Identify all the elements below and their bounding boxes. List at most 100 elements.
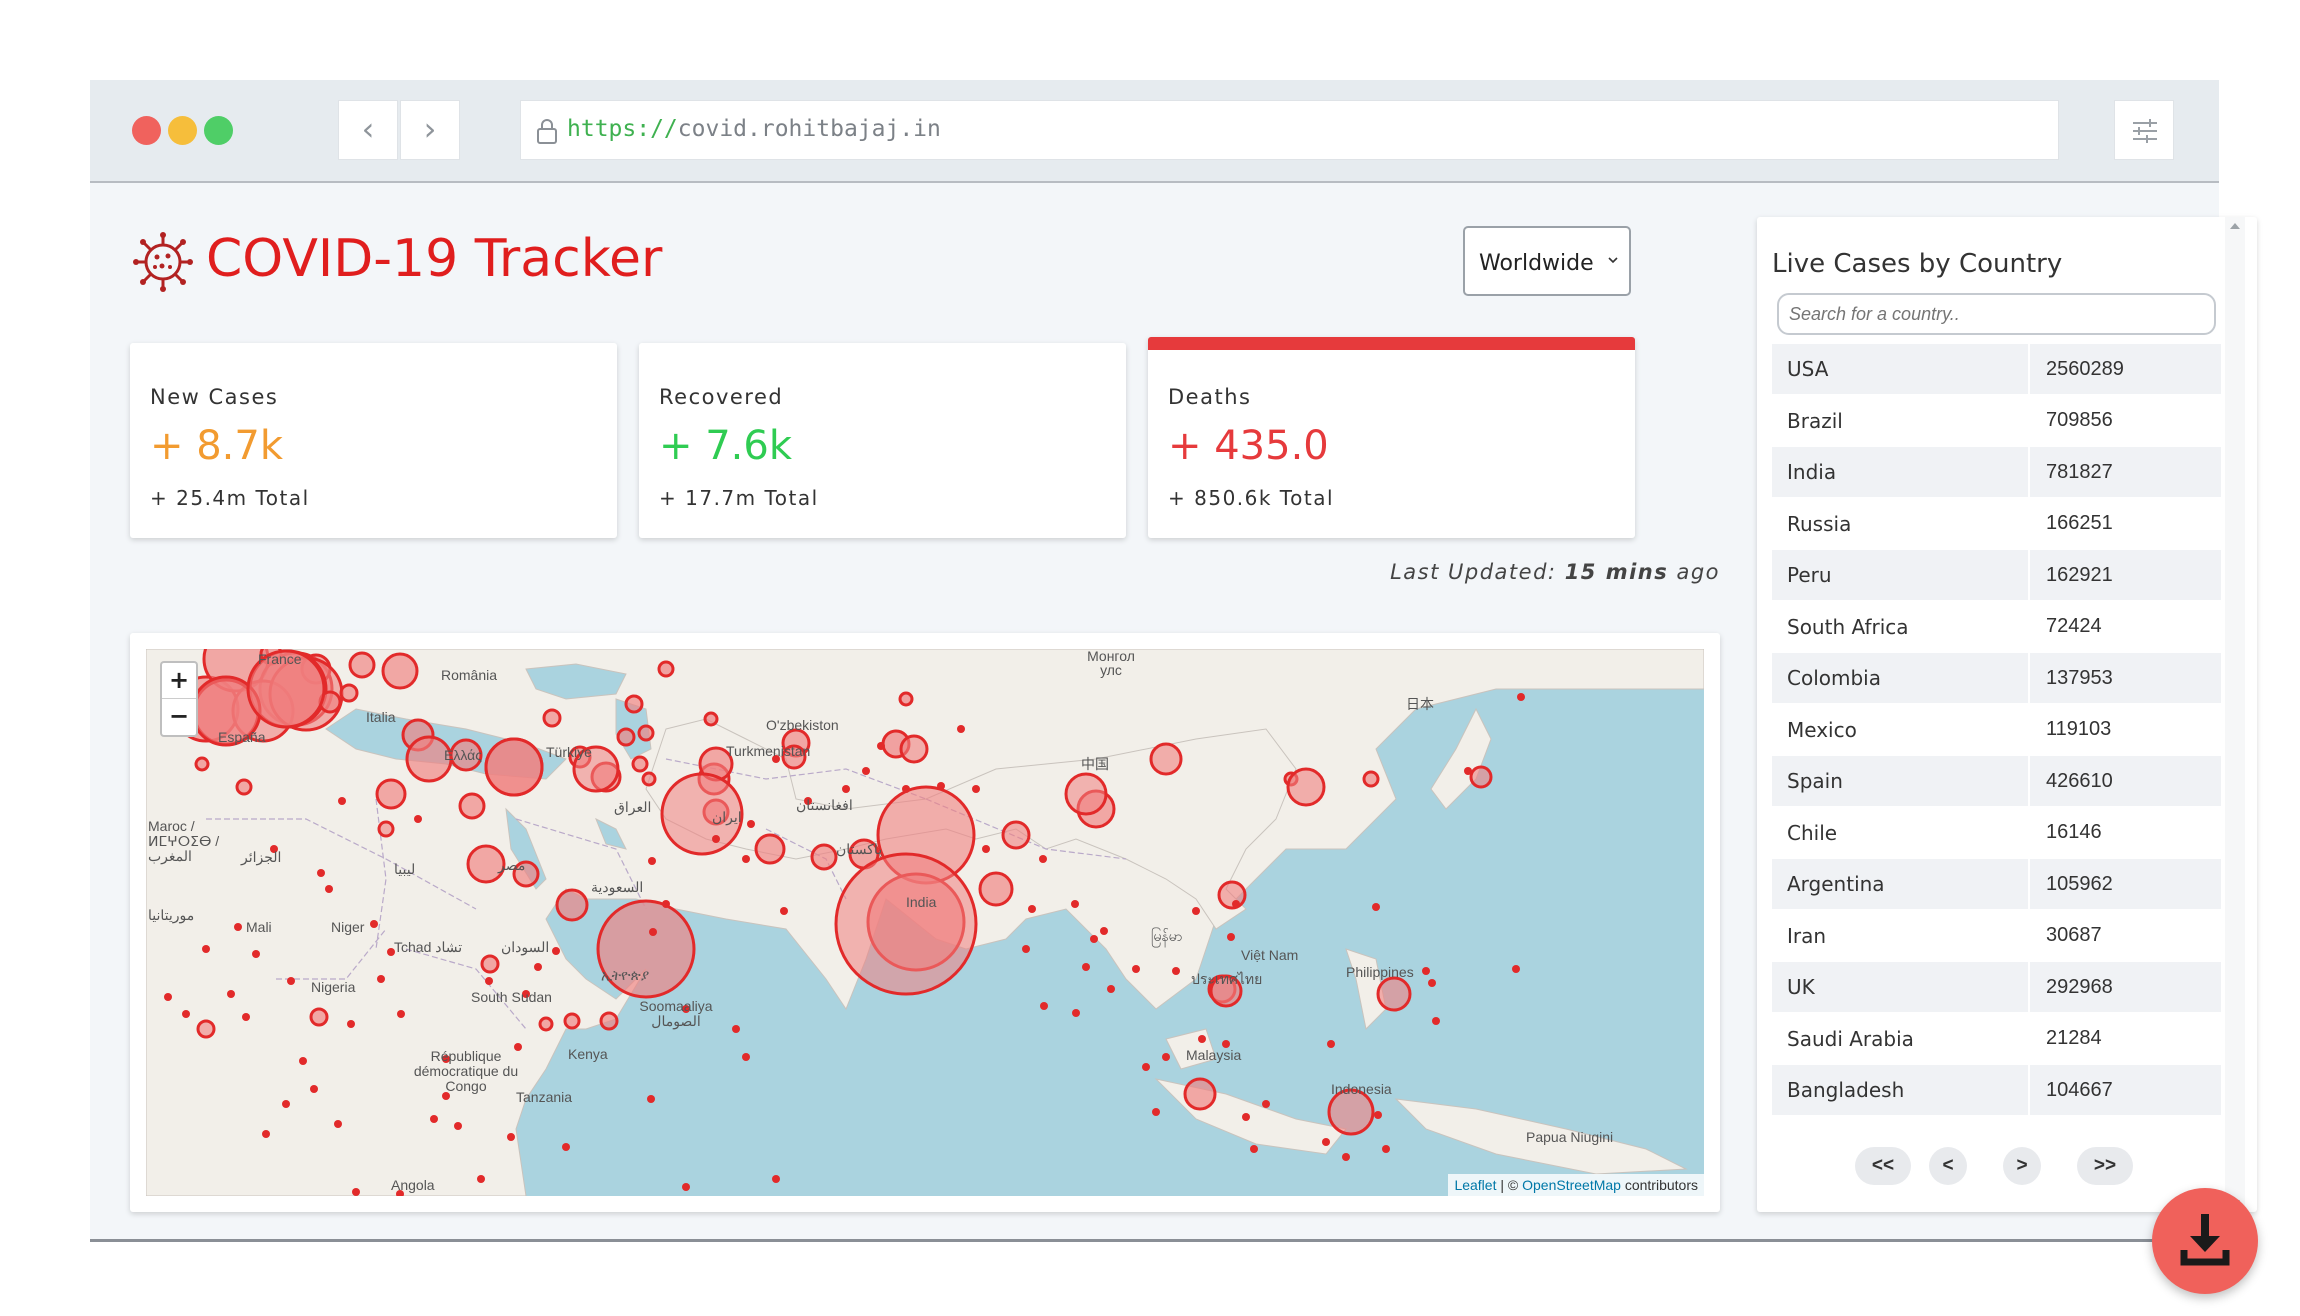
map-label: موريتانيا (148, 907, 195, 923)
table-row[interactable]: Peru 162921 (1772, 550, 2221, 602)
table-row[interactable]: Mexico 119103 (1772, 704, 2221, 757)
country-name: Spain (1772, 756, 2030, 806)
map-label: Mali (246, 919, 272, 935)
scroll-up-arrow[interactable] (2230, 223, 2240, 229)
country-name: Bangladesh (1772, 1065, 2030, 1115)
last-updated-prefix: Last Updated: (1390, 560, 1557, 584)
country-name: India (1772, 447, 2030, 497)
download-icon (2180, 1214, 2230, 1266)
country-name: UK (1772, 962, 2030, 1012)
panel-scrollbar[interactable] (2225, 217, 2245, 1212)
stat-card-new-cases[interactable]: New Cases + 8.7k + 25.4m Total (130, 343, 617, 538)
window-maximize-dot[interactable] (204, 116, 233, 145)
case-bubble (1286, 767, 1326, 807)
region-select[interactable]: Worldwide (1463, 226, 1631, 296)
window-close-dot[interactable] (132, 116, 161, 145)
map-label: Türkiye (546, 744, 592, 760)
table-row[interactable]: Saudi Arabia 21284 (1772, 1013, 2221, 1066)
region-select-value: Worldwide (1479, 251, 1594, 276)
country-name: USA (1772, 344, 2030, 394)
map-label: پاکستان (836, 841, 883, 857)
chevron-down-icon (1608, 257, 1618, 264)
table-row[interactable]: Brazil 709856 (1772, 395, 2221, 448)
table-row[interactable]: Russia 166251 (1772, 498, 2221, 551)
forward-button[interactable]: › (400, 100, 460, 160)
map-label: Soomaaliya الصومال (639, 998, 713, 1029)
map-label: O'zbekiston (766, 717, 839, 733)
country-table: USA 2560289 Brazil 709856 India 781827 Russia 1… (1772, 344, 2221, 1117)
map-label: مصر (498, 857, 526, 873)
country-cases: 16146 (2030, 807, 2221, 858)
country-cases: 166251 (2030, 498, 2221, 549)
map-label: India (906, 894, 937, 910)
country-cases: 105962 (2030, 859, 2221, 909)
stat-label: Deaths (1168, 385, 1252, 409)
map-label: Turkmenistan (726, 743, 811, 759)
browser-window: ‹ › https://covid.rohitbajaj.in COVID-19… (90, 80, 2258, 1294)
map-label: Papua Niugini (1526, 1129, 1614, 1145)
country-cases: 2560289 (2030, 344, 2221, 394)
map-label: Tanzania (516, 1089, 573, 1105)
table-row[interactable]: Spain 426610 (1772, 756, 2221, 808)
window-minimize-dot[interactable] (168, 116, 197, 145)
map-label: الجزائر (241, 849, 282, 865)
zoom-out-button[interactable]: − (162, 699, 196, 735)
stat-card-recovered[interactable]: Recovered + 7.6k + 17.7m Total (639, 343, 1126, 538)
world-map[interactable]: France España Italia România Ελλάς Türki… (146, 649, 1704, 1196)
table-row[interactable]: Bangladesh 104667 (1772, 1065, 2221, 1117)
download-button[interactable] (2152, 1188, 2258, 1294)
case-bubble (1469, 765, 1493, 789)
first-page-button[interactable]: << (1855, 1147, 1911, 1185)
map-label: ประเทศไทย (1191, 971, 1263, 987)
table-row[interactable]: USA 2560289 (1772, 344, 2221, 396)
country-name: Saudi Arabia (1772, 1013, 2030, 1064)
table-row[interactable]: Argentina 105962 (1772, 859, 2221, 911)
next-page-button[interactable]: > (2003, 1147, 2041, 1185)
panel-title: Live Cases by Country (1772, 249, 2063, 279)
country-search-input[interactable] (1777, 293, 2216, 335)
map-label: Ελλάς (444, 747, 482, 763)
prev-page-button[interactable]: < (1929, 1147, 1967, 1185)
last-updated-value: 15 mins (1564, 560, 1669, 584)
table-row[interactable]: South Africa 72424 (1772, 601, 2221, 654)
stat-card-deaths[interactable]: Deaths + 435.0 + 850.6k Total (1148, 337, 1635, 538)
map-card: France España Italia România Ελλάς Türki… (130, 633, 1720, 1212)
map-label: ایران (712, 809, 742, 825)
table-row[interactable]: Iran 30687 (1772, 910, 2221, 963)
country-name: Peru (1772, 550, 2030, 600)
stat-value: + 7.6k (659, 423, 793, 469)
country-cases: 21284 (2030, 1013, 2221, 1064)
leaflet-link[interactable]: Leaflet (1454, 1177, 1496, 1193)
map-label: Italia (366, 709, 396, 725)
table-row[interactable]: Colombia 137953 (1772, 653, 2221, 705)
stat-total: + 850.6k Total (1168, 486, 1335, 510)
settings-button[interactable] (2114, 100, 2174, 160)
url-text: https://covid.rohitbajaj.in (567, 116, 941, 142)
last-page-button[interactable]: >> (2077, 1147, 2133, 1185)
table-row[interactable]: Chile 16146 (1772, 807, 2221, 860)
map-label: 日本 (1406, 696, 1434, 712)
country-cases: 162921 (2030, 550, 2221, 600)
country-name: Russia (1772, 498, 2030, 549)
map-label: السودان (501, 939, 550, 955)
map-label: ليبيا (394, 861, 416, 877)
page-content: COVID-19 Tracker Worldwide New Cases + 8… (90, 185, 2258, 1294)
back-button[interactable]: ‹ (338, 100, 398, 160)
map-attribution: Leaflet | © OpenStreetMap contributors (1448, 1174, 1704, 1196)
zoom-control: + − (160, 661, 198, 737)
country-cases: 137953 (2030, 653, 2221, 703)
stat-label: Recovered (659, 385, 784, 409)
stat-total: + 17.7m Total (659, 486, 819, 510)
stat-label: New Cases (150, 385, 279, 409)
last-updated-suffix: ago (1676, 560, 1720, 584)
osm-link[interactable]: OpenStreetMap (1522, 1177, 1621, 1193)
address-bar[interactable]: https://covid.rohitbajaj.in (520, 100, 2059, 160)
zoom-in-button[interactable]: + (162, 663, 196, 699)
table-row[interactable]: India 781827 (1772, 447, 2221, 499)
map-label: République démocratique du Congo (413, 1048, 519, 1094)
table-row[interactable]: UK 292968 (1772, 962, 2221, 1014)
country-cases: 426610 (2030, 756, 2221, 806)
country-name: South Africa (1772, 601, 2030, 652)
map-label: Indonesia (1331, 1081, 1392, 1097)
country-name: Argentina (1772, 859, 2030, 909)
